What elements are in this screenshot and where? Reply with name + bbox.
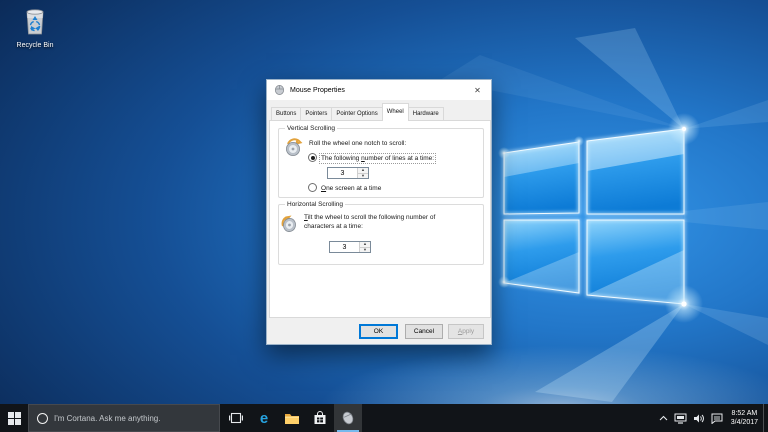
radio-screen-label: One screen at a time [319, 183, 383, 194]
radio-screen[interactable]: One screen at a time [308, 183, 383, 194]
lines-spin-buttons: ▲ ▼ [357, 168, 368, 178]
horizontal-description: Tilt the wheel to scroll the following n… [304, 213, 460, 231]
dialog-title: Mouse Properties [290, 87, 345, 94]
radio-lines-button[interactable] [308, 153, 317, 162]
lines-spinner: ▲ ▼ [327, 167, 369, 179]
chars-spin-buttons: ▲ ▼ [359, 242, 370, 252]
file-explorer-icon [284, 412, 300, 425]
system-tray: 8:52 AM 3/4/2017 [656, 404, 768, 432]
cortana-icon [37, 413, 48, 424]
task-view-button[interactable] [222, 404, 250, 432]
speaker-icon [693, 413, 705, 424]
vertical-wheel-icon [285, 137, 303, 157]
cancel-button[interactable]: Cancel [405, 324, 443, 339]
chars-input[interactable] [330, 242, 359, 252]
dialog-titlebar[interactable]: Mouse Properties ✕ [267, 80, 491, 100]
apply-button[interactable]: Apply [448, 324, 484, 339]
clock[interactable]: 8:52 AM 3/4/2017 [726, 409, 763, 427]
close-icon: ✕ [474, 86, 481, 95]
horizontal-scrolling-label: Horizontal Scrolling [285, 201, 345, 209]
network-icon [674, 413, 687, 424]
tab-hardware[interactable]: Hardware [408, 107, 444, 121]
start-button[interactable] [0, 404, 28, 432]
tab-strip: Buttons Pointers Pointer Options Wheel H… [271, 103, 443, 121]
taskbar: e [0, 404, 768, 432]
tab-buttons[interactable]: Buttons [271, 107, 301, 121]
tab-pointers[interactable]: Pointers [300, 107, 332, 121]
file-explorer-button[interactable] [278, 404, 306, 432]
horizontal-wheel-icon [280, 213, 298, 233]
vertical-scrolling-label: Vertical Scrolling [285, 125, 337, 133]
clock-time: 8:52 AM [731, 409, 758, 418]
dialog-footer: OK Cancel Apply [267, 316, 491, 344]
mouse-properties-dialog: Mouse Properties ✕ Buttons Pointers Poin… [266, 79, 492, 345]
mouse-properties-taskbar-button[interactable] [334, 404, 362, 432]
lines-input[interactable] [328, 168, 357, 178]
search-input[interactable] [54, 414, 219, 423]
mouse-app-icon [341, 411, 355, 425]
radio-lines[interactable]: The following number of lines at a time: [308, 153, 436, 164]
task-view-icon [229, 412, 243, 424]
taskbar-apps: e [222, 404, 362, 432]
mouse-icon [274, 85, 285, 95]
edge-icon: e [260, 411, 268, 426]
network-button[interactable] [671, 404, 690, 432]
vertical-description: Roll the wheel one notch to scroll: [309, 139, 406, 148]
start-icon [8, 412, 21, 425]
spin-down-icon[interactable]: ▼ [360, 248, 370, 253]
recycle-bin-icon [22, 6, 48, 36]
clock-date: 3/4/2017 [731, 418, 758, 427]
show-desktop-button[interactable] [763, 404, 768, 432]
chars-spinner: ▲ ▼ [329, 241, 371, 253]
desktop: Recycle Bin Mouse Properties ✕ Buttons P… [0, 0, 768, 432]
edge-button[interactable]: e [250, 404, 278, 432]
wheel-tab-panel: Vertical Scrolling Roll the wheel one no… [269, 120, 491, 318]
recycle-bin-label: Recycle Bin [8, 42, 62, 49]
close-button[interactable]: ✕ [464, 80, 491, 100]
store-icon [313, 411, 327, 425]
action-center-button[interactable] [708, 404, 726, 432]
tab-wheel[interactable]: Wheel [382, 103, 409, 121]
cortana-search-box[interactable] [28, 404, 220, 432]
radio-screen-button[interactable] [308, 183, 317, 192]
ok-button[interactable]: OK [359, 324, 398, 339]
action-center-icon [711, 413, 723, 424]
radio-lines-label: The following number of lines at a time: [319, 153, 436, 164]
chevron-up-icon [659, 415, 668, 421]
spin-down-icon[interactable]: ▼ [358, 174, 368, 179]
volume-button[interactable] [690, 404, 708, 432]
store-button[interactable] [306, 404, 334, 432]
tray-chevron-button[interactable] [656, 404, 671, 432]
recycle-bin[interactable]: Recycle Bin [8, 6, 62, 49]
tab-pointer-options[interactable]: Pointer Options [331, 107, 382, 121]
